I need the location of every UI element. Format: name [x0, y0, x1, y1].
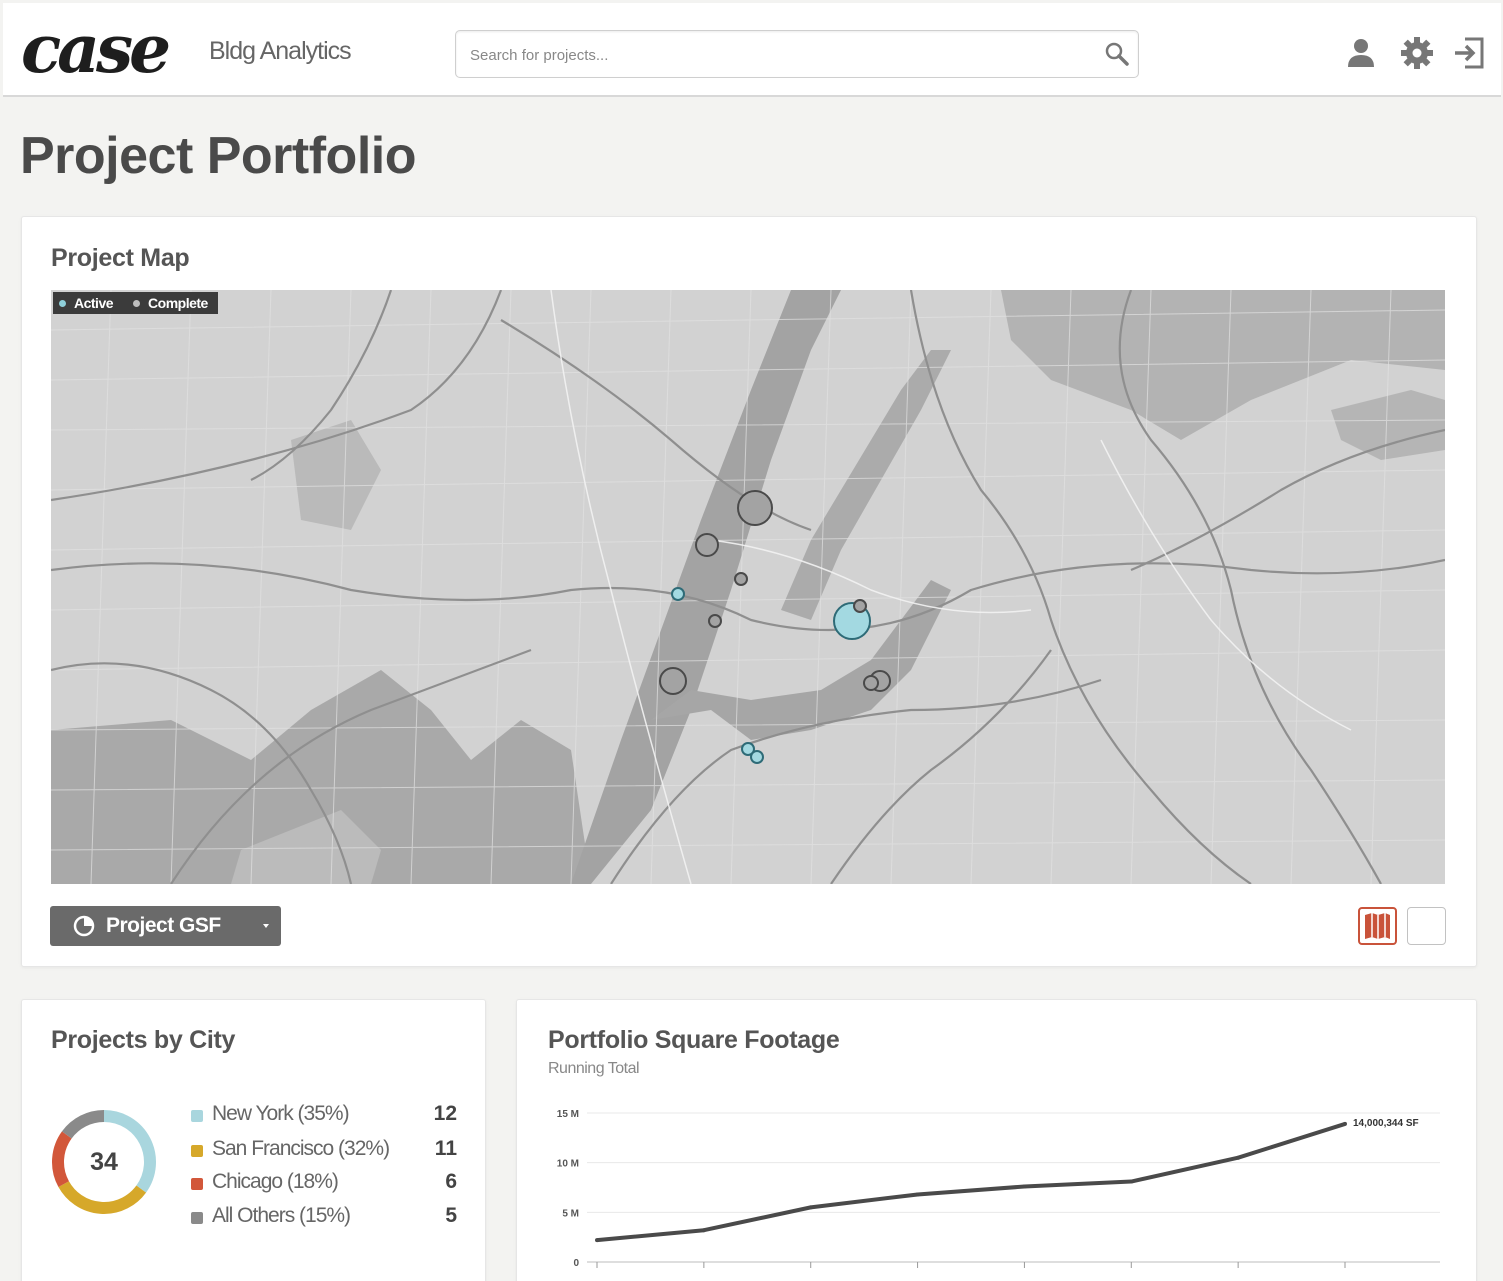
data-point[interactable] [1129, 1179, 1134, 1184]
search-input[interactable] [470, 43, 1070, 67]
city-count: 11 [434, 1137, 457, 1160]
legend-active-label: Active [74, 295, 114, 311]
logout-icon[interactable] [1451, 35, 1487, 71]
project-marker[interactable] [671, 587, 685, 601]
city-legend-row[interactable]: San Francisco (32%) 11 [191, 1137, 461, 1165]
city-count: 6 [445, 1170, 457, 1193]
city-label: New York (35%) [212, 1102, 350, 1125]
legend-active[interactable]: Active [59, 295, 114, 311]
city-count: 5 [445, 1204, 457, 1227]
data-point[interactable] [595, 1238, 599, 1243]
data-point[interactable] [1236, 1155, 1241, 1160]
data-point[interactable] [915, 1192, 920, 1197]
end-value-label: 14,000,344 SF [1353, 1118, 1419, 1129]
project-map[interactable]: Active Complete [51, 290, 1445, 884]
project-marker[interactable] [750, 750, 764, 764]
data-point[interactable] [1022, 1184, 1027, 1189]
projects-by-city-title: Projects by City [51, 1026, 236, 1054]
search-icon[interactable] [1102, 39, 1132, 69]
active-dot-icon [59, 299, 66, 307]
search-box [455, 30, 1139, 78]
metric-dropdown-button[interactable]: Project GSF [50, 906, 281, 946]
page-title: Project Portfolio [20, 127, 416, 185]
dropdown-caret-icon [263, 924, 269, 928]
city-swatch [191, 1110, 203, 1122]
app-subtitle: Bldg Analytics [209, 37, 352, 65]
top-navbar: case Bldg Analytics [3, 3, 1501, 97]
city-swatch [191, 1178, 203, 1190]
y-tick-label: 5 M [562, 1208, 579, 1219]
city-label: San Francisco (32%) [212, 1137, 390, 1160]
running-total-line[interactable] [596, 1122, 1346, 1243]
map-view-toggle[interactable] [1358, 907, 1397, 945]
pie-chart-icon [73, 915, 95, 937]
data-point[interactable] [1343, 1121, 1347, 1126]
city-legend-row[interactable]: Chicago (18%) 6 [191, 1170, 461, 1198]
gear-icon[interactable] [1399, 35, 1435, 71]
data-point[interactable] [808, 1205, 813, 1210]
square-footage-line-chart: 0 5 M 10 M 15 M 14,000,344 SF [557, 1109, 1440, 1269]
square-footage-subtitle: Running Total [548, 1060, 640, 1077]
project-marker[interactable] [737, 490, 773, 526]
project-marker[interactable] [863, 675, 879, 691]
city-label: Chicago (18%) [212, 1170, 339, 1193]
data-point[interactable] [701, 1228, 706, 1233]
map-view-icon [1365, 913, 1390, 939]
city-swatch [191, 1145, 203, 1157]
y-tick-label: 15 M [557, 1109, 579, 1120]
city-swatch [191, 1212, 203, 1224]
complete-dot-icon [133, 299, 141, 307]
project-marker[interactable] [734, 572, 748, 586]
city-legend-row[interactable]: All Others (15%) 5 [191, 1204, 461, 1232]
project-marker[interactable] [853, 599, 867, 613]
project-markers-layer [659, 490, 891, 764]
city-count: 12 [433, 1102, 457, 1125]
project-map-title: Project Map [51, 244, 190, 272]
app-logo[interactable]: case [21, 9, 171, 89]
legend-complete[interactable]: Complete [133, 295, 208, 311]
donut-total: 34 [90, 1148, 118, 1176]
project-marker[interactable] [659, 667, 687, 695]
map-status-legend: Active Complete [53, 292, 218, 314]
list-view-toggle[interactable] [1407, 907, 1446, 945]
city-legend-row[interactable]: New York (35%) 12 [191, 1102, 461, 1130]
y-tick-label: 0 [573, 1258, 579, 1269]
y-tick-label: 10 M [557, 1159, 579, 1170]
project-marker[interactable] [695, 533, 719, 557]
legend-complete-label: Complete [148, 295, 208, 311]
project-marker[interactable] [708, 614, 722, 628]
square-footage-title: Portfolio Square Footage [548, 1026, 840, 1054]
metric-dropdown-label: Project GSF [106, 914, 221, 937]
user-icon[interactable] [1343, 35, 1379, 71]
city-label: All Others (15%) [212, 1204, 351, 1227]
